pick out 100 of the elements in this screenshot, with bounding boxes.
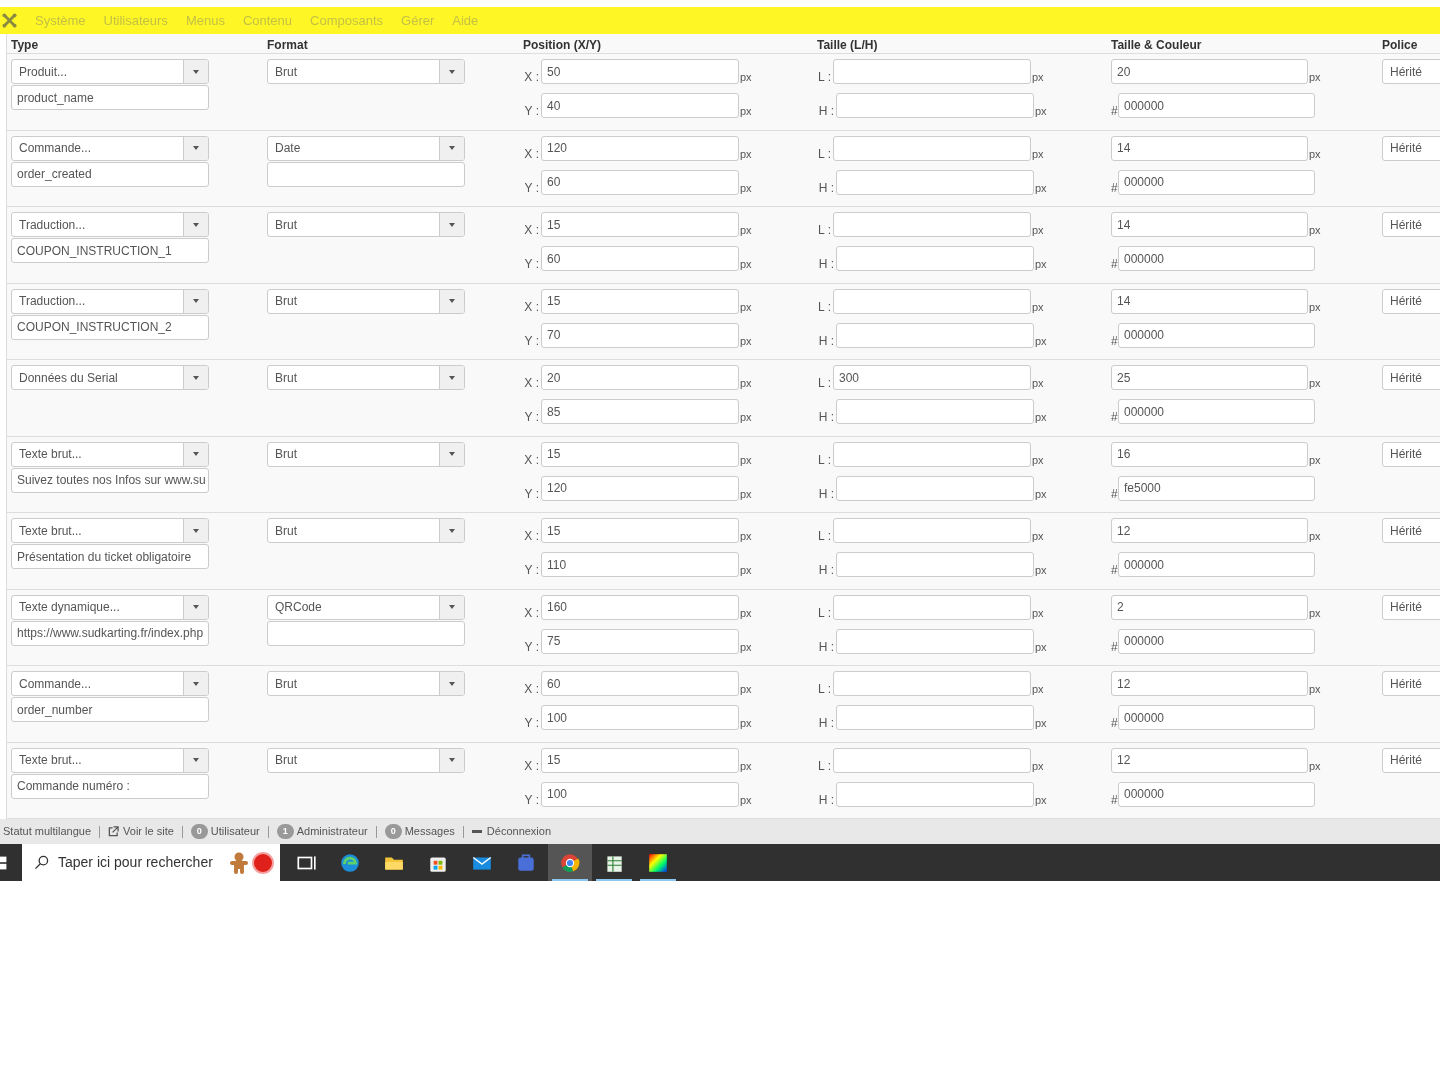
font-select[interactable]: Hérité	[1382, 594, 1440, 620]
y-position-field[interactable]: 70	[541, 322, 739, 348]
type-value-field[interactable]: order_created	[11, 161, 209, 187]
y-position-field[interactable]: 75	[541, 628, 739, 654]
y-position-field[interactable]: 110	[541, 552, 739, 577]
format-select[interactable]: Date	[267, 135, 465, 161]
width-field[interactable]	[833, 212, 1031, 237]
color-field[interactable]: 000000	[1118, 169, 1315, 195]
font-size-field[interactable]: 14	[1111, 288, 1308, 314]
type-value-field[interactable]: https://www.sudkarting.fr/index.php	[11, 620, 209, 646]
height-field[interactable]	[836, 475, 1034, 501]
type-value-field[interactable]: Suivez toutes nos Infos sur www.su	[11, 467, 209, 493]
width-field[interactable]	[833, 441, 1031, 467]
height-field[interactable]	[836, 93, 1034, 118]
format-select[interactable]: Brut	[267, 747, 465, 773]
height-field[interactable]	[836, 552, 1034, 577]
width-field[interactable]	[833, 135, 1031, 161]
x-position-field[interactable]: 60	[541, 671, 739, 696]
font-select[interactable]: Hérité	[1382, 59, 1440, 84]
type-value-field[interactable]: Commande numéro :	[11, 773, 209, 799]
height-field[interactable]	[836, 781, 1034, 807]
x-position-field[interactable]: 15	[541, 441, 739, 467]
type-select[interactable]: Commande...	[11, 135, 209, 161]
height-field[interactable]	[836, 246, 1034, 271]
y-position-field[interactable]: 100	[541, 705, 739, 730]
width-field[interactable]	[833, 671, 1031, 696]
font-select[interactable]: Hérité	[1382, 518, 1440, 543]
view-site-link[interactable]: Voir le site	[123, 823, 174, 840]
font-size-field[interactable]: 2	[1111, 594, 1308, 620]
format-value-field[interactable]	[267, 161, 465, 187]
x-position-field[interactable]: 160	[541, 594, 739, 620]
height-field[interactable]	[836, 705, 1034, 730]
type-value-field[interactable]: COUPON_INSTRUCTION_2	[11, 314, 209, 340]
x-position-field[interactable]: 50	[541, 59, 739, 84]
color-field[interactable]: 000000	[1118, 705, 1315, 730]
width-field[interactable]	[833, 747, 1031, 773]
y-position-field[interactable]: 100	[541, 781, 739, 807]
height-field[interactable]	[836, 169, 1034, 195]
font-size-field[interactable]: 25	[1111, 365, 1308, 390]
format-select[interactable]: Brut	[267, 212, 465, 237]
type-select[interactable]: Texte brut...	[11, 747, 209, 773]
font-select[interactable]: Hérité	[1382, 671, 1440, 696]
logo-icon[interactable]	[2, 13, 17, 28]
font-size-field[interactable]: 12	[1111, 518, 1308, 543]
color-field[interactable]: 000000	[1118, 628, 1315, 654]
color-field[interactable]: 000000	[1118, 399, 1315, 424]
format-select[interactable]: Brut	[267, 518, 465, 543]
color-field[interactable]: 000000	[1118, 552, 1315, 577]
y-position-field[interactable]: 120	[541, 475, 739, 501]
type-select[interactable]: Commande...	[11, 671, 209, 696]
font-size-field[interactable]: 14	[1111, 135, 1308, 161]
y-position-field[interactable]: 60	[541, 169, 739, 195]
font-size-field[interactable]: 16	[1111, 441, 1308, 467]
type-select[interactable]: Texte dynamique...	[11, 594, 209, 620]
color-field[interactable]: 000000	[1118, 322, 1315, 348]
color-field[interactable]: 000000	[1118, 246, 1315, 271]
font-size-field[interactable]: 12	[1111, 671, 1308, 696]
font-select[interactable]: Hérité	[1382, 212, 1440, 237]
font-size-field[interactable]: 20	[1111, 59, 1308, 84]
x-position-field[interactable]: 15	[541, 212, 739, 237]
type-value-field[interactable]: Présentation du ticket obligatoire	[11, 544, 209, 569]
type-value-field[interactable]: product_name	[11, 85, 209, 110]
width-field[interactable]: 300	[833, 365, 1031, 390]
format-select[interactable]: Brut	[267, 441, 465, 467]
format-select[interactable]: Brut	[267, 671, 465, 696]
x-position-field[interactable]: 15	[541, 747, 739, 773]
y-position-field[interactable]: 60	[541, 246, 739, 271]
type-select[interactable]: Données du Serial	[11, 365, 209, 390]
width-field[interactable]	[833, 59, 1031, 84]
font-select[interactable]: Hérité	[1382, 747, 1440, 773]
type-value-field[interactable]: order_number	[11, 697, 209, 722]
format-value-field[interactable]	[267, 620, 465, 646]
logout-link[interactable]: Déconnexion	[486, 823, 552, 840]
y-position-field[interactable]: 85	[541, 399, 739, 424]
font-size-field[interactable]: 14	[1111, 212, 1308, 237]
font-select[interactable]: Hérité	[1382, 365, 1440, 390]
format-select[interactable]: Brut	[267, 59, 465, 84]
height-field[interactable]	[836, 399, 1034, 424]
font-select[interactable]: Hérité	[1382, 288, 1440, 314]
type-select[interactable]: Produit...	[11, 59, 209, 84]
color-field[interactable]: 000000	[1118, 93, 1315, 118]
format-select[interactable]: QRCode	[267, 594, 465, 620]
color-field[interactable]: 000000	[1118, 781, 1315, 807]
start-icon[interactable]	[0, 854, 8, 871]
type-select[interactable]: Traduction...	[11, 288, 209, 314]
type-select[interactable]: Texte brut...	[11, 518, 209, 543]
width-field[interactable]	[833, 594, 1031, 620]
type-value-field[interactable]: COUPON_INSTRUCTION_1	[11, 238, 209, 263]
x-position-field[interactable]: 20	[541, 365, 739, 390]
width-field[interactable]	[833, 518, 1031, 543]
font-select[interactable]: Hérité	[1382, 135, 1440, 161]
color-field[interactable]: fe5000	[1118, 475, 1315, 501]
x-position-field[interactable]: 15	[541, 288, 739, 314]
font-select[interactable]: Hérité	[1382, 441, 1440, 467]
width-field[interactable]	[833, 288, 1031, 314]
type-select[interactable]: Traduction...	[11, 212, 209, 237]
x-position-field[interactable]: 120	[541, 135, 739, 161]
x-position-field[interactable]: 15	[541, 518, 739, 543]
height-field[interactable]	[836, 628, 1034, 654]
height-field[interactable]	[836, 322, 1034, 348]
